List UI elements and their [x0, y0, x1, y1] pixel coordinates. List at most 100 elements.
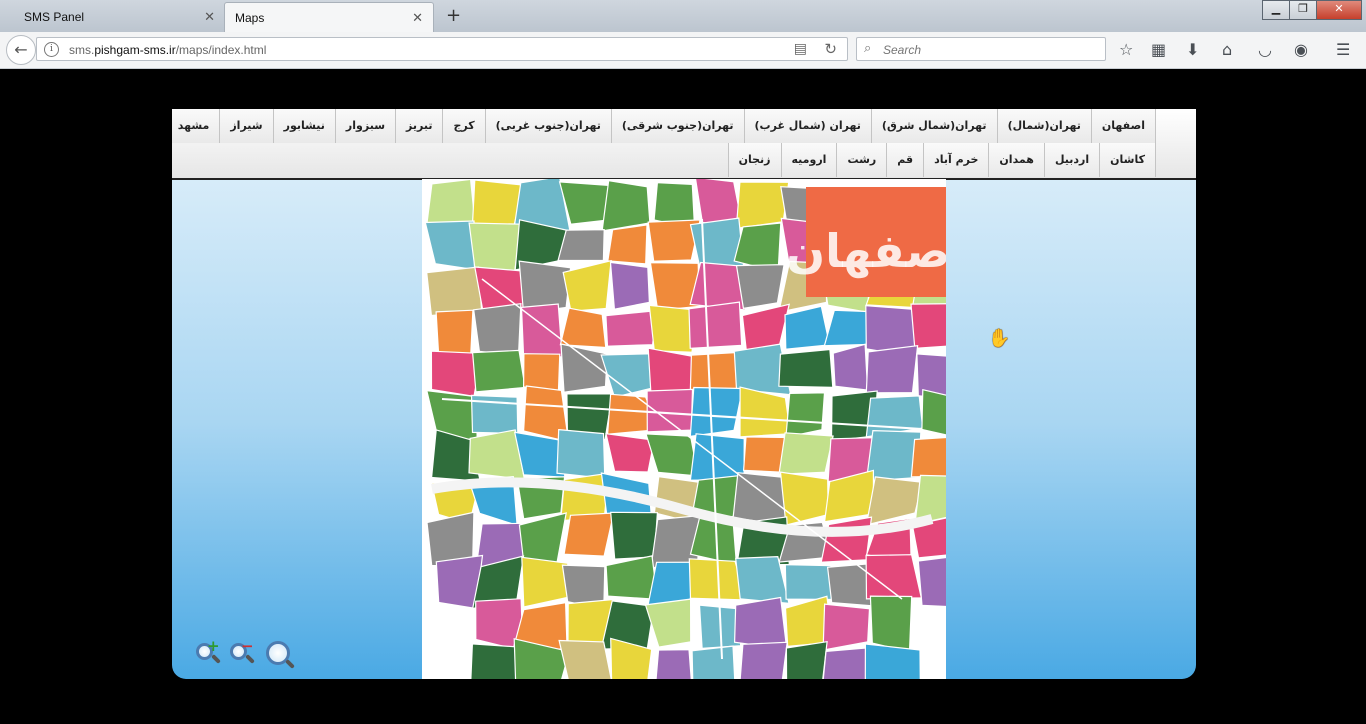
- window-close-icon[interactable]: ✕: [1316, 0, 1362, 20]
- city-link[interactable]: زنجان: [727, 143, 781, 177]
- map-district: [521, 556, 569, 608]
- map-district: [785, 392, 826, 438]
- window-controls: ▁ ❐ ✕: [1262, 0, 1362, 20]
- map-district: [435, 309, 474, 355]
- map-district: [917, 556, 946, 608]
- close-icon[interactable]: ✕: [204, 9, 215, 25]
- city-link[interactable]: تبریز: [395, 109, 443, 143]
- map-district: [557, 228, 605, 262]
- city-link[interactable]: رشت: [836, 143, 887, 177]
- back-arrow-icon[interactable]: ←: [6, 35, 36, 65]
- map-district: [470, 643, 522, 679]
- search-box[interactable]: ⌕: [856, 37, 1106, 61]
- map-district: [559, 307, 607, 349]
- account-icon[interactable]: ◉: [1294, 40, 1308, 59]
- map-district: [822, 647, 872, 679]
- tab-bar: SMS Panel ✕ Maps ✕ + ▁ ❐ ✕: [0, 0, 1366, 32]
- map-district: [426, 266, 483, 317]
- map-district: [832, 343, 869, 391]
- city-link[interactable]: اصفهان: [1090, 109, 1156, 143]
- tab-maps[interactable]: Maps ✕: [224, 2, 434, 32]
- map-district: [739, 641, 788, 679]
- map-district: [607, 224, 648, 265]
- city-link[interactable]: شیراز: [219, 109, 273, 143]
- zoom-out-button[interactable]: −: [228, 637, 256, 669]
- map-district: [921, 388, 946, 436]
- city-row-2: کاشان اردبیل همدان خرم آباد قم رشت ارومیه زنجان: [727, 143, 1156, 177]
- reload-icon[interactable]: ↻: [824, 40, 837, 58]
- map-district: [784, 305, 831, 350]
- zoom-in-button[interactable]: +: [194, 637, 222, 669]
- city-link[interactable]: سبزوار: [334, 109, 396, 143]
- search-input[interactable]: [881, 40, 1100, 60]
- restore-icon[interactable]: ❐: [1289, 0, 1317, 20]
- map-district: [869, 595, 913, 653]
- map-district: [601, 179, 651, 232]
- url-bar[interactable]: i sms.pishgam-sms.ir/maps/index.html ▤ ↻: [36, 37, 848, 61]
- nav-bar: ← i sms.pishgam-sms.ir/maps/index.html ▤…: [0, 32, 1366, 69]
- city-link[interactable]: تهران (شمال غرب): [743, 109, 871, 143]
- bookmark-star-icon[interactable]: ☆: [1119, 40, 1133, 59]
- map-district: [605, 432, 655, 473]
- map-district: [785, 640, 828, 679]
- map-district: [778, 348, 834, 388]
- tab-label: SMS Panel: [24, 10, 85, 24]
- map-district: [688, 301, 743, 349]
- map-district: [471, 349, 526, 393]
- map-district: [784, 564, 836, 601]
- city-link[interactable]: تهران(جنوب شرقی): [610, 109, 744, 143]
- new-tab-button[interactable]: +: [446, 5, 461, 26]
- map-panel: اصفهان تهران(شمال) تهران(شمال شرق) تهران (ش…: [172, 109, 1196, 679]
- map-district: [605, 309, 658, 347]
- map-district: [910, 436, 946, 478]
- hand-cursor-icon: ✋: [988, 328, 1011, 349]
- close-icon[interactable]: ✕: [412, 10, 423, 26]
- pocket-icon[interactable]: ◡: [1258, 40, 1272, 59]
- bookmarks-list-icon[interactable]: ▦: [1151, 40, 1166, 59]
- map-district: [735, 263, 785, 310]
- map-district: [556, 428, 606, 479]
- city-link[interactable]: همدان: [988, 143, 1044, 177]
- city-link[interactable]: کرج: [442, 109, 485, 143]
- map-district: [910, 303, 946, 350]
- map-district: [468, 222, 522, 275]
- zoom-reset-button[interactable]: [266, 641, 295, 669]
- url-text: sms.pishgam-sms.ir/maps/index.html: [69, 43, 267, 57]
- map-district: [822, 603, 871, 651]
- reader-view-icon[interactable]: ▤: [794, 41, 807, 57]
- map-district: [865, 345, 919, 394]
- map-district: [473, 303, 522, 357]
- city-link[interactable]: کاشان: [1099, 143, 1156, 177]
- tab-label: Maps: [235, 11, 265, 25]
- download-icon[interactable]: ⬇: [1186, 40, 1199, 59]
- minimize-icon[interactable]: ▁: [1262, 0, 1290, 20]
- map-district: [610, 511, 659, 560]
- search-icon: ⌕: [864, 41, 872, 56]
- map-district: [655, 649, 692, 679]
- map-district: [520, 303, 563, 358]
- map-title: اصفهان: [786, 224, 946, 278]
- menu-icon[interactable]: ☰: [1336, 40, 1350, 59]
- city-link[interactable]: نیشابور: [272, 109, 335, 143]
- map-district: [689, 386, 744, 437]
- info-icon[interactable]: i: [44, 42, 59, 57]
- tab-sms-panel[interactable]: SMS Panel ✕: [0, 2, 225, 32]
- map-district: [778, 432, 834, 475]
- city-row-1: اصفهان تهران(شمال) تهران(شمال شرق) تهران (ش…: [172, 109, 1156, 143]
- city-link[interactable]: تهران(شمال): [996, 109, 1091, 143]
- city-link[interactable]: مشهد: [172, 109, 220, 143]
- city-link[interactable]: قم: [886, 143, 924, 177]
- city-link[interactable]: خرم آباد: [923, 143, 989, 177]
- map-image[interactable]: اصفهان: [422, 179, 946, 679]
- city-link[interactable]: اردبیل: [1043, 143, 1100, 177]
- map-district: [691, 645, 736, 679]
- map-district: [609, 261, 651, 310]
- city-menu: اصفهان تهران(شمال) تهران(شمال شرق) تهران (ش…: [172, 109, 1196, 180]
- home-icon[interactable]: ⌂: [1222, 40, 1232, 59]
- city-link[interactable]: تهران(جنوب غربی): [484, 109, 611, 143]
- city-link[interactable]: تهران(شمال شرق): [870, 109, 997, 143]
- map-district: [733, 596, 788, 651]
- city-link[interactable]: ارومیه: [780, 143, 837, 177]
- city-map[interactable]: اصفهان: [422, 179, 946, 679]
- map-district: [864, 643, 921, 679]
